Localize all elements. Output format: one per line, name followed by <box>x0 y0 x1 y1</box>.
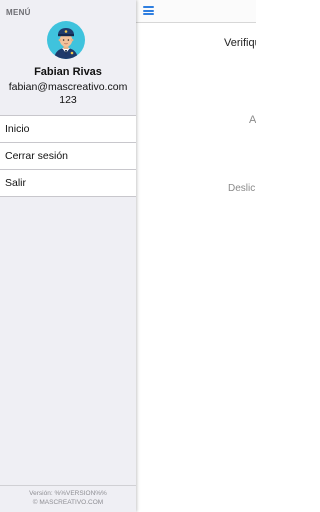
version-text: Versión: %%VERSION%% <box>29 490 107 497</box>
hamburger-menu-icon[interactable] <box>143 6 154 15</box>
main-hint-text: Deslic <box>228 183 256 194</box>
main-title: Verifiqu <box>224 37 256 49</box>
app-screen: Verifiqu A Deslic MENÚ <box>0 0 256 512</box>
side-drawer: MENÚ Fabian Rivas fabian@mascreativo.com… <box>0 0 136 512</box>
user-name: Fabian Rivas <box>34 66 102 78</box>
drawer-header: MENÚ <box>6 8 31 17</box>
menu-item-inicio[interactable]: Inicio <box>0 116 136 143</box>
user-code: 123 <box>59 94 77 106</box>
police-officer-avatar-icon <box>47 21 85 59</box>
menu-item-cerrar-sesion[interactable]: Cerrar sesión <box>0 143 136 170</box>
copyright-text: © MASCREATIVO.COM <box>32 499 104 506</box>
drawer-footer: Versión: %%VERSION%% © MASCREATIVO.COM <box>0 485 136 512</box>
main-text: A <box>249 114 256 126</box>
user-email: fabian@mascreativo.com <box>8 81 128 93</box>
drawer-menu-list: Inicio Cerrar sesión Salir <box>0 115 136 197</box>
menu-item-salir[interactable]: Salir <box>0 170 136 197</box>
